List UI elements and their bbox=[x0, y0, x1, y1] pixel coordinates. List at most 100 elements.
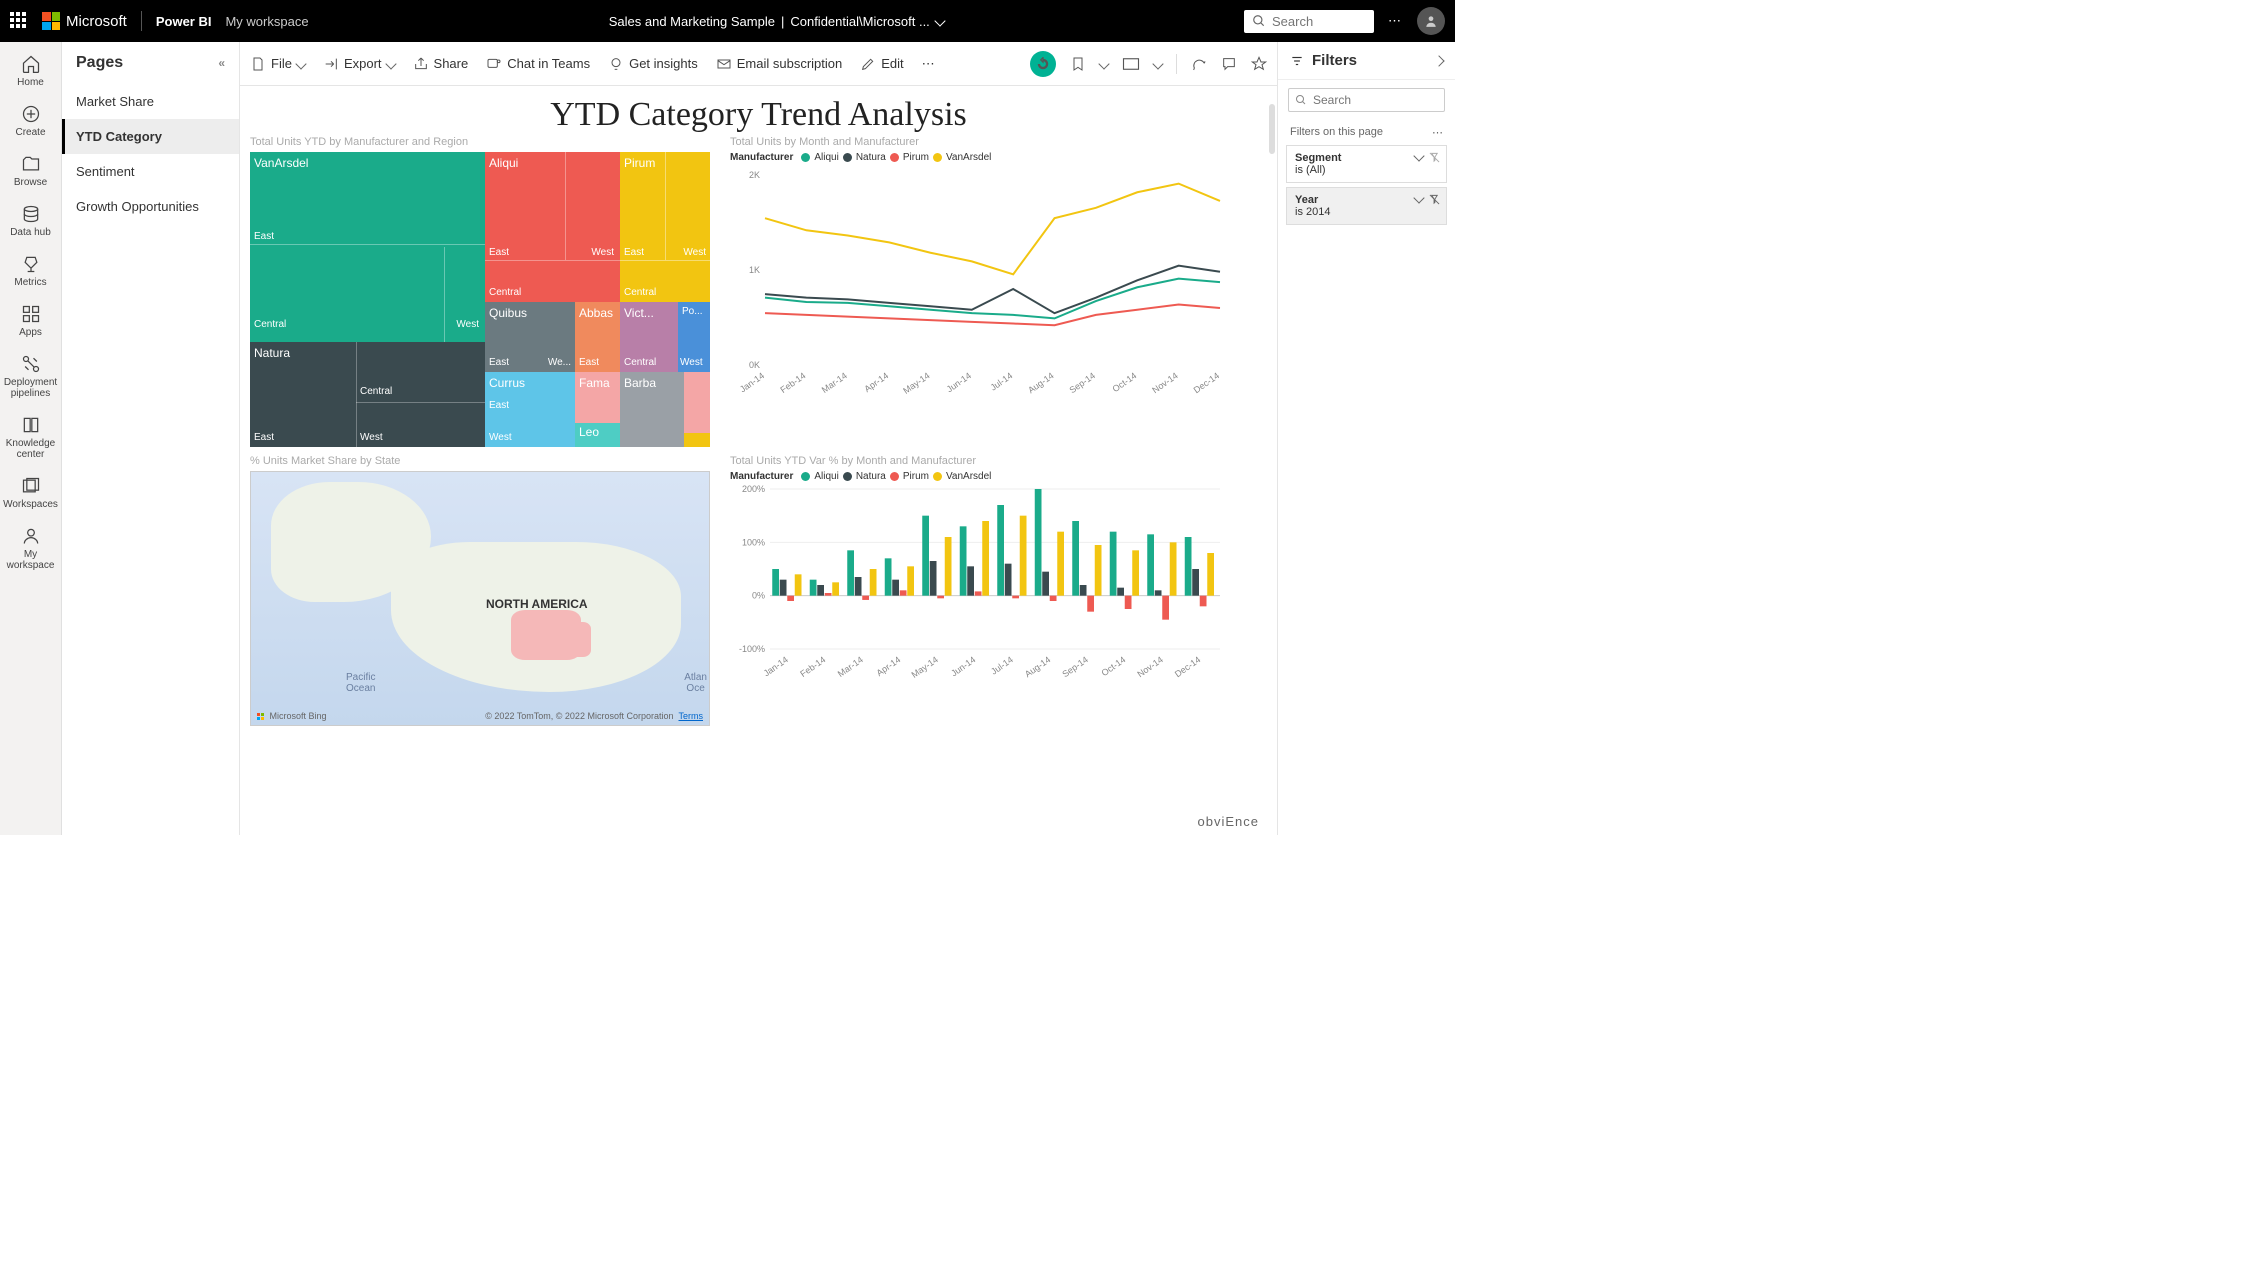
barchart-visual[interactable]: Total Units YTD Var % by Month and Manuf… bbox=[730, 455, 1267, 726]
refresh-icon[interactable] bbox=[1191, 56, 1207, 72]
user-avatar[interactable] bbox=[1417, 7, 1445, 35]
linechart-visual[interactable]: Total Units by Month and Manufacturer Ma… bbox=[730, 136, 1267, 447]
email-button[interactable]: Email subscription bbox=[716, 56, 843, 72]
viz-title: Total Units YTD Var % by Month and Manuf… bbox=[730, 455, 1267, 467]
export-menu[interactable]: Export bbox=[323, 56, 395, 72]
more-icon[interactable]: ⋯ bbox=[1388, 13, 1403, 29]
treemap-region: West bbox=[489, 432, 512, 443]
nav-label: Metrics bbox=[14, 277, 46, 288]
more-commands-icon[interactable]: ⋯ bbox=[922, 56, 937, 72]
treemap-region: West bbox=[360, 432, 383, 443]
page-growth[interactable]: Growth Opportunities bbox=[62, 189, 239, 224]
filter-search[interactable] bbox=[1288, 88, 1445, 112]
view-mode-icon[interactable] bbox=[1122, 57, 1140, 71]
file-menu[interactable]: File bbox=[250, 56, 305, 72]
chevron-down-icon[interactable] bbox=[1098, 58, 1109, 69]
treemap-region: West bbox=[680, 357, 703, 368]
cmd-label: Get insights bbox=[629, 56, 698, 71]
treemap-region: East bbox=[254, 432, 274, 443]
expand-icon[interactable] bbox=[1433, 55, 1444, 66]
nav-label: Browse bbox=[14, 177, 47, 188]
insights-button[interactable]: Get insights bbox=[608, 56, 698, 72]
scrollbar[interactable] bbox=[1269, 104, 1275, 154]
bookmark-icon[interactable] bbox=[1070, 56, 1086, 72]
chevron-down-icon[interactable] bbox=[1413, 150, 1424, 161]
nav-create[interactable]: Create bbox=[3, 98, 59, 144]
clear-filter-icon[interactable] bbox=[1429, 194, 1440, 205]
filter-card-segment[interactable]: Segment is (All) bbox=[1286, 145, 1447, 183]
global-search[interactable] bbox=[1244, 10, 1374, 33]
cmd-label: Export bbox=[344, 56, 382, 71]
svg-text:1K: 1K bbox=[749, 265, 760, 275]
report-canvas[interactable]: YTD Category Trend Analysis Total Units … bbox=[240, 86, 1277, 835]
treemap-region: Central bbox=[254, 319, 286, 330]
nav-apps[interactable]: Apps bbox=[3, 298, 59, 344]
svg-text:Jan-14: Jan-14 bbox=[762, 654, 790, 678]
svg-text:Jul-14: Jul-14 bbox=[989, 370, 1015, 392]
nav-metrics[interactable]: Metrics bbox=[3, 248, 59, 294]
cmd-label: Edit bbox=[881, 56, 903, 71]
product-label[interactable]: Power BI bbox=[156, 14, 212, 29]
treemap-visual[interactable]: Total Units YTD by Manufacturer and Regi… bbox=[250, 136, 710, 447]
search-input[interactable] bbox=[1272, 14, 1362, 29]
svg-text:May-14: May-14 bbox=[910, 654, 940, 679]
chat-teams-button[interactable]: Chat in Teams bbox=[486, 56, 590, 72]
treemap-region: Central bbox=[489, 287, 521, 298]
map-label-pacific: PacificOcean bbox=[346, 672, 375, 694]
legend-item: Natura bbox=[856, 471, 886, 482]
svg-text:2K: 2K bbox=[749, 170, 760, 180]
treemap-region: East bbox=[624, 247, 644, 258]
nav-workspaces[interactable]: Workspaces bbox=[3, 470, 59, 516]
nav-pipelines[interactable]: Deployment pipelines bbox=[3, 348, 59, 405]
svg-text:Nov-14: Nov-14 bbox=[1150, 370, 1180, 395]
svg-text:Jun-14: Jun-14 bbox=[949, 654, 977, 678]
reset-button[interactable] bbox=[1030, 51, 1056, 77]
svg-text:Feb-14: Feb-14 bbox=[798, 654, 827, 679]
chevron-down-icon[interactable] bbox=[1152, 58, 1163, 69]
viz-title: % Units Market Share by State bbox=[250, 455, 710, 467]
treemap-region: West bbox=[456, 319, 479, 330]
page-ytdcategory[interactable]: YTD Category bbox=[62, 119, 239, 154]
filter-search-input[interactable] bbox=[1313, 93, 1423, 107]
viz-title: Total Units YTD by Manufacturer and Regi… bbox=[250, 136, 710, 148]
svg-text:Dec-14: Dec-14 bbox=[1173, 654, 1203, 679]
nav-knowledge[interactable]: Knowledge center bbox=[3, 409, 59, 466]
svg-text:Jan-14: Jan-14 bbox=[738, 370, 766, 394]
treemap-region: East bbox=[489, 357, 509, 368]
report-breadcrumb[interactable]: Sales and Marketing Sample | Confidentia… bbox=[609, 14, 944, 29]
chevron-down-icon bbox=[295, 58, 306, 69]
nav-home[interactable]: Home bbox=[3, 48, 59, 94]
svg-text:Oct-14: Oct-14 bbox=[1111, 370, 1139, 394]
report-name: Sales and Marketing Sample bbox=[609, 14, 775, 29]
top-navbar: Microsoft Power BI My workspace Sales an… bbox=[0, 0, 1455, 42]
cmd-label: Email subscription bbox=[737, 56, 843, 71]
nav-datahub[interactable]: Data hub bbox=[3, 198, 59, 244]
comment-icon[interactable] bbox=[1221, 56, 1237, 72]
treemap-region: West bbox=[591, 247, 614, 258]
filter-card-year[interactable]: Year is 2014 bbox=[1286, 187, 1447, 225]
nav-browse[interactable]: Browse bbox=[3, 148, 59, 194]
svg-text:Jul-14: Jul-14 bbox=[989, 654, 1015, 676]
edit-button[interactable]: Edit bbox=[860, 56, 903, 72]
terms-link[interactable]: Terms bbox=[679, 711, 704, 721]
favorite-icon[interactable] bbox=[1251, 56, 1267, 72]
map-visual[interactable]: % Units Market Share by State NORTH AMER… bbox=[250, 455, 710, 726]
treemap-cell: Natura bbox=[254, 346, 290, 360]
chevron-down-icon[interactable] bbox=[1413, 192, 1424, 203]
svg-text:200%: 200% bbox=[742, 484, 765, 494]
svg-text:Jun-14: Jun-14 bbox=[945, 370, 973, 394]
legend: Manufacturer Aliqui Natura Pirum VanArsd… bbox=[730, 152, 1267, 163]
page-marketshare[interactable]: Market Share bbox=[62, 84, 239, 119]
page-sentiment[interactable]: Sentiment bbox=[62, 154, 239, 189]
treemap-region: East bbox=[489, 400, 509, 411]
more-icon[interactable]: ⋯ bbox=[1432, 126, 1443, 139]
filter-value: is 2014 bbox=[1295, 206, 1438, 218]
app-launcher-icon[interactable] bbox=[10, 12, 28, 30]
nav-myworkspace[interactable]: My workspace bbox=[3, 520, 59, 577]
svg-text:Apr-14: Apr-14 bbox=[862, 370, 890, 394]
share-button[interactable]: Share bbox=[413, 56, 469, 72]
chevron-down-icon[interactable] bbox=[934, 15, 945, 26]
clear-filter-icon[interactable] bbox=[1429, 152, 1440, 163]
workspace-crumb[interactable]: My workspace bbox=[225, 14, 308, 29]
collapse-icon[interactable]: « bbox=[218, 56, 225, 70]
